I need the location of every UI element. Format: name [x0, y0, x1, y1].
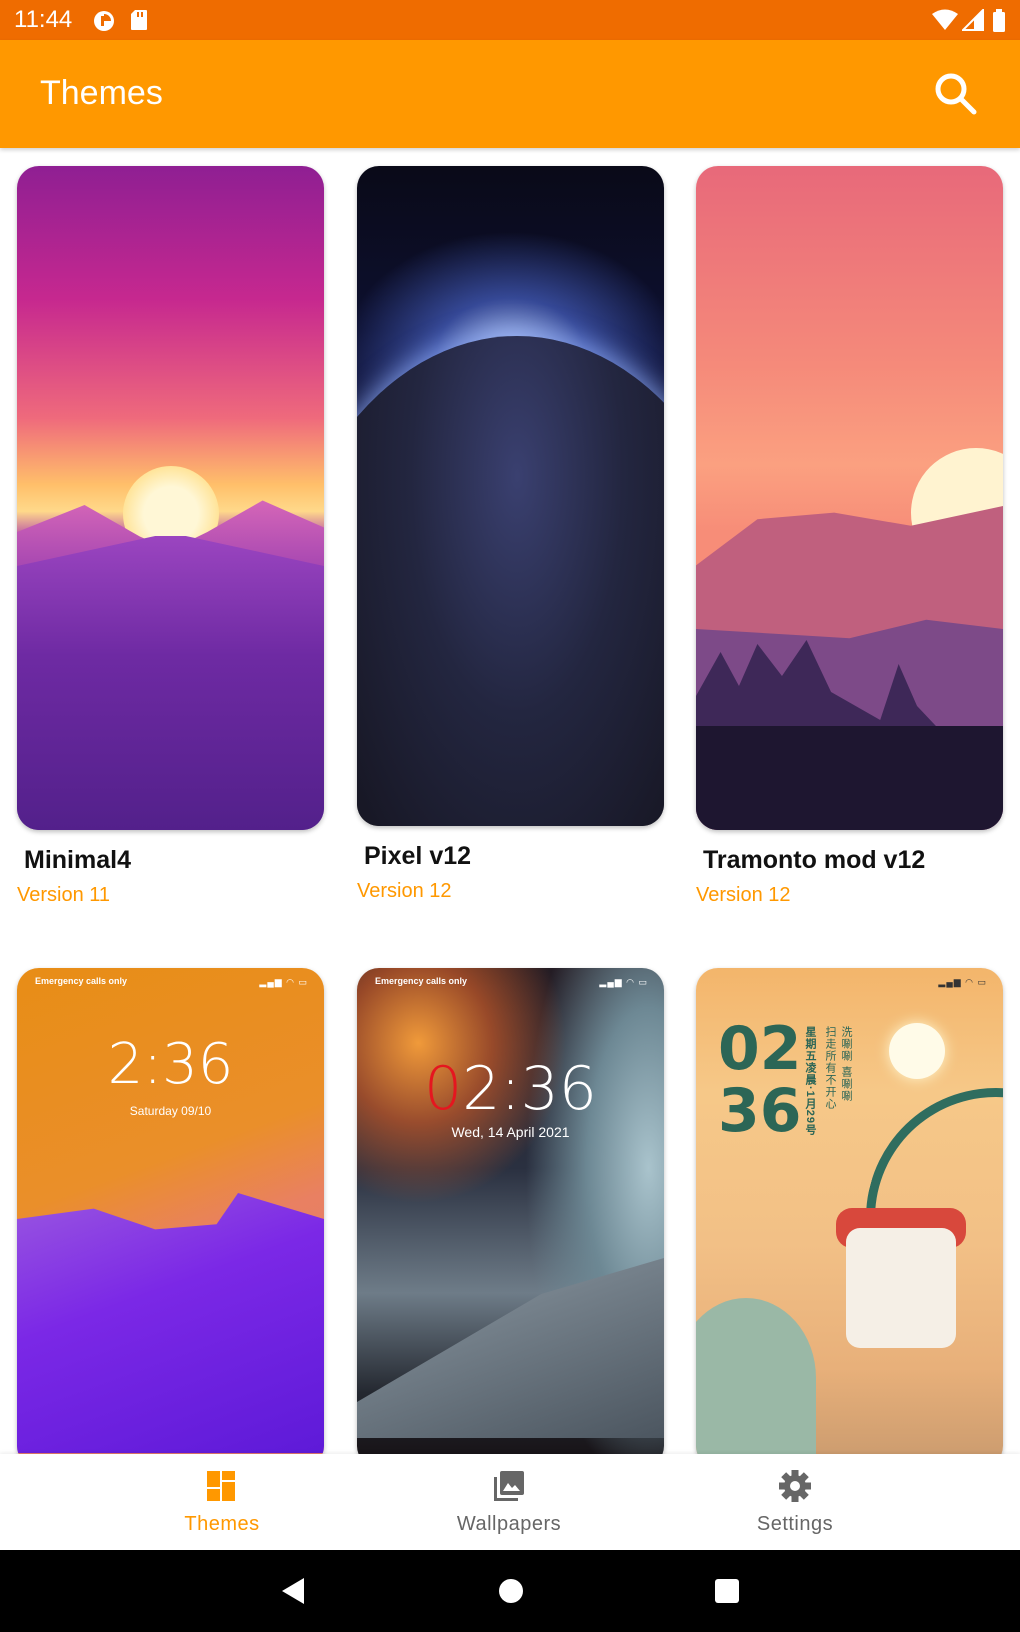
theme-thumbnail[interactable] — [696, 166, 1003, 830]
lock-date: Saturday 09/10 — [129, 1104, 212, 1118]
battery-icon — [992, 9, 1006, 38]
lock-signal-icons: ▂▄▆ ◠ ▭ — [599, 977, 648, 987]
sd-card-icon — [130, 9, 148, 36]
lock-status-text: Emergency calls only — [375, 976, 468, 986]
recents-button[interactable] — [710, 1574, 744, 1608]
home-icon — [499, 1579, 523, 1603]
theme-card-minimal4[interactable]: Minimal4 Version 11 — [17, 166, 324, 926]
dashboard-icon — [207, 1471, 235, 1501]
recents-icon — [715, 1579, 739, 1603]
cell-signal-icon — [960, 7, 984, 36]
theme-version: Version 12 — [696, 884, 791, 906]
theme-name: Minimal4 — [24, 846, 131, 874]
back-button[interactable] — [276, 1574, 310, 1608]
theme-name: Tramonto mod v12 — [703, 846, 926, 874]
wifi-icon — [932, 9, 958, 36]
status-bar: 11:44 — [0, 0, 1020, 40]
theme-thumbnail[interactable] — [17, 166, 324, 830]
theme-thumbnail[interactable] — [357, 166, 664, 826]
theme-card[interactable]: ▂▄▆ ◠ ▭ 02 36 星期五凌晨·1月29号 扫走所有不开心 洗唰唰 喜唰… — [696, 968, 1003, 1454]
system-navigation-bar — [0, 1550, 1020, 1632]
theme-name: Pixel v12 — [364, 842, 472, 870]
search-button[interactable] — [930, 68, 982, 120]
search-icon — [935, 73, 977, 115]
lock-clock-rest: 2:36 — [462, 1054, 597, 1124]
back-icon — [282, 1578, 304, 1604]
lock-signal-icons: ▂▄▆ ◠ ▭ — [938, 977, 987, 987]
nav-label: Settings — [756, 1513, 834, 1535]
theme-card-pixel-v12[interactable]: Pixel v12 Version 12 — [357, 166, 664, 926]
home-button[interactable] — [494, 1574, 528, 1608]
theme-version: Version 11 — [17, 884, 111, 906]
lock-signal-icons: ▂▄▆ ◠ ▭ — [259, 977, 308, 987]
nav-label: Wallpapers — [456, 1513, 562, 1535]
lock-clock-highlight: 0 — [424, 1054, 463, 1124]
data-saver-icon — [92, 9, 116, 38]
lock-hour: 02 — [718, 1014, 802, 1084]
lock-minute: 36 — [718, 1076, 802, 1146]
nav-item-themes[interactable]: Themes — [122, 1454, 322, 1550]
nav-item-wallpapers[interactable]: Wallpapers — [409, 1454, 609, 1550]
status-time: 11:44 — [14, 6, 73, 33]
theme-thumbnail[interactable]: Emergency calls only ▂▄▆ ◠ ▭ 2:36 Saturd… — [17, 968, 324, 1454]
lock-text-cn: 扫走所有不开心 — [824, 1026, 836, 1110]
theme-thumbnail[interactable]: Emergency calls only ▂▄▆ ◠ ▭ 02:36 Wed, … — [357, 968, 664, 1454]
lock-date-cn: 星期五凌晨·1月29号 — [804, 1026, 816, 1137]
lock-text-cn-2: 洗唰唰 喜唰唰 — [840, 1026, 852, 1103]
app-bar: Themes — [0, 40, 1020, 148]
lock-clock: 2:36 — [107, 1032, 234, 1097]
gear-icon — [779, 1470, 811, 1502]
theme-thumbnail[interactable]: ▂▄▆ ◠ ▭ 02 36 星期五凌晨·1月29号 扫走所有不开心 洗唰唰 喜唰… — [696, 968, 1003, 1454]
lock-date: Wed, 14 April 2021 — [451, 1124, 570, 1140]
theme-version: Version 12 — [357, 880, 452, 902]
lock-status-text: Emergency calls only — [35, 976, 128, 986]
nav-item-settings[interactable]: Settings — [695, 1454, 895, 1550]
theme-card[interactable]: Emergency calls only ▂▄▆ ◠ ▭ 2:36 Saturd… — [17, 968, 324, 1454]
themes-grid: Minimal4 Version 11 Pixel v12 Version 12… — [0, 148, 1020, 1454]
nav-label: Themes — [184, 1513, 260, 1535]
theme-card[interactable]: Emergency calls only ▂▄▆ ◠ ▭ 02:36 Wed, … — [357, 968, 664, 1454]
photo-library-icon — [494, 1471, 524, 1501]
lock-clock: 02 36 — [718, 1018, 802, 1142]
lock-clock: 02:36 — [357, 1054, 664, 1124]
page-title: Themes — [40, 74, 163, 112]
theme-card-tramonto-mod-v12[interactable]: Tramonto mod v12 Version 12 — [696, 166, 1003, 926]
bottom-navigation: Themes Wallpapers Settings — [0, 1454, 1020, 1550]
